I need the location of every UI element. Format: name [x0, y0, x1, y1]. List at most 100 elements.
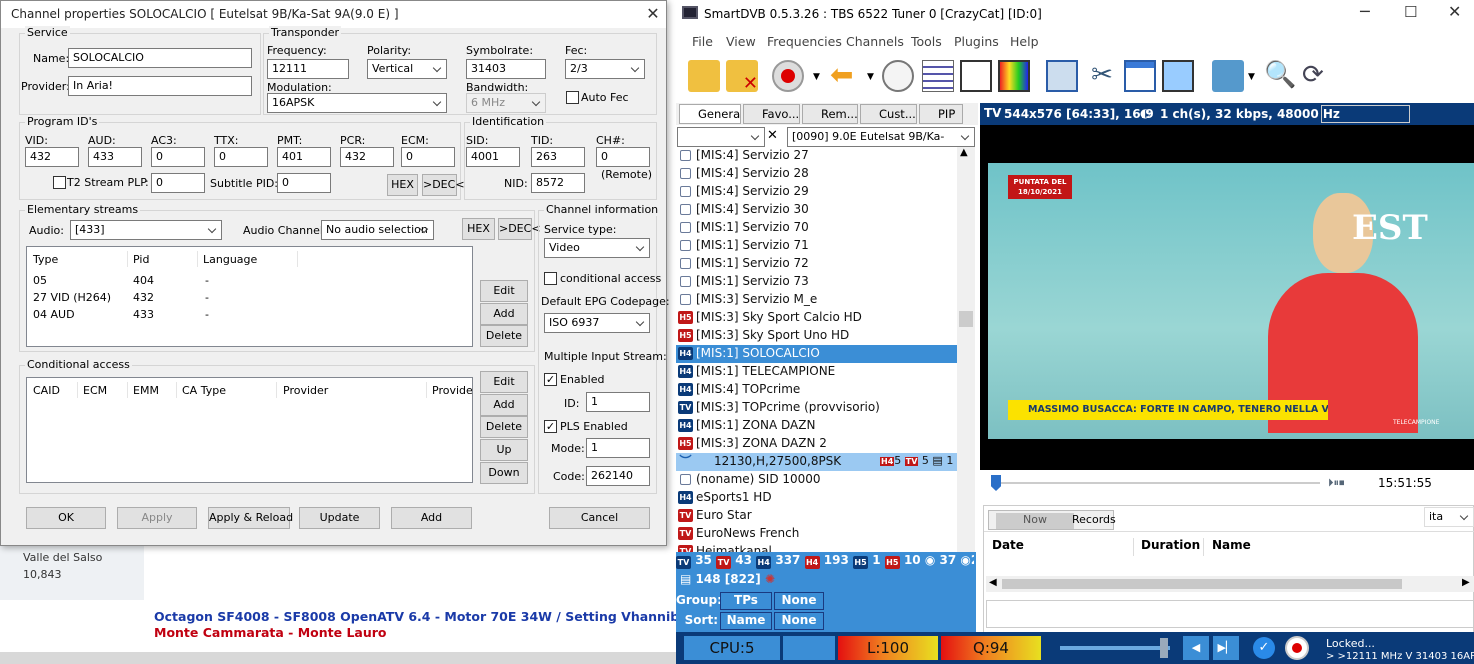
channel-row[interactable]: H5 [MIS:3] Sky Sport Uno HD — [676, 327, 958, 345]
menu-view[interactable]: View — [726, 34, 756, 49]
polarity-select[interactable]: Vertical — [367, 59, 447, 79]
dec-button[interactable]: >DEC< — [422, 174, 465, 196]
autofec-checkbox[interactable] — [566, 91, 579, 104]
menu-channels[interactable]: Channels — [846, 34, 904, 49]
sort-none-button[interactable]: None — [774, 612, 824, 630]
channel-row[interactable]: [MIS:4] Servizio 27 — [676, 147, 958, 165]
col-name[interactable]: Name — [1212, 538, 1251, 552]
channel-row[interactable]: [MIS:4] Servizio 30 — [676, 201, 958, 219]
epg-language-select[interactable]: ita — [1424, 507, 1474, 527]
add-button[interactable]: Add — [391, 507, 472, 529]
channel-row[interactable]: (noname) SID 10000 — [676, 471, 958, 489]
stream-row-lang[interactable]: - — [205, 291, 209, 304]
stream-row-type[interactable]: 27 VID (H264) — [33, 291, 111, 304]
close-icon[interactable]: ✕ — [1448, 2, 1461, 21]
col-pid[interactable]: Pid — [133, 253, 149, 266]
pls-mode-input[interactable]: 1 — [586, 438, 650, 458]
channel-row[interactable]: H4 [MIS:1] SOLOCALCIO — [676, 345, 958, 363]
col-type[interactable]: Type — [33, 253, 58, 266]
nid-input[interactable]: 8572 — [531, 173, 585, 193]
scan-icon[interactable] — [960, 60, 992, 92]
bg-thread-sublink[interactable]: Monte Cammarata - Monte Lauro — [154, 625, 387, 640]
channel-row[interactable]: H4 [MIS:1] ZONA DAZN — [676, 417, 958, 435]
record-icon[interactable] — [772, 60, 804, 92]
tab-general[interactable]: General — [679, 104, 741, 124]
col-provider[interactable]: Provider — [283, 384, 328, 397]
ca-add-button[interactable]: Add — [480, 394, 528, 416]
seek-track[interactable] — [996, 482, 1320, 484]
minimize-icon[interactable]: ─ — [1360, 2, 1370, 21]
service-type-select[interactable]: Video — [544, 238, 650, 258]
col-emm[interactable]: EMM — [133, 384, 159, 397]
ca-delete-button[interactable]: Delete — [480, 416, 528, 438]
conditional-access-checkbox[interactable] — [544, 272, 557, 285]
epg-hscroll[interactable]: ◀ ▶ — [986, 576, 1474, 592]
list-icon[interactable] — [922, 60, 954, 92]
timer-icon[interactable] — [882, 60, 914, 92]
t2-plp-input[interactable]: 0 — [151, 173, 205, 193]
tv-screen-icon[interactable] — [998, 60, 1030, 92]
streams-dec-button[interactable]: >DEC< — [498, 218, 541, 240]
pls-code-input[interactable]: 262140 — [586, 466, 650, 486]
fullscreen-icon[interactable] — [1046, 60, 1078, 92]
window-icon[interactable] — [1124, 60, 1156, 92]
scroll-right-icon[interactable]: ▶ — [1462, 577, 1470, 588]
channel-row[interactable]: H4 [MIS:1] TELECAMPIONE — [676, 363, 958, 381]
tools-icon[interactable]: ✂ — [1086, 60, 1118, 92]
hscroll-thumb[interactable] — [1002, 579, 1402, 589]
ca-up-button[interactable]: Up — [480, 439, 528, 461]
channel-row[interactable]: H5 [MIS:3] ZONA DAZN 2 — [676, 435, 958, 453]
streams-hex-button[interactable]: HEX — [462, 218, 495, 240]
ca-down-button[interactable]: Down — [480, 462, 528, 484]
menu-frequencies[interactable]: Frequencies — [767, 34, 842, 49]
ac3-input[interactable]: 0 — [151, 147, 205, 167]
col-provider-2[interactable]: Provider — [432, 384, 472, 397]
chevron-down-icon[interactable]: ▼ — [1248, 72, 1255, 82]
symbolrate-input[interactable]: 31403 — [466, 59, 546, 79]
cancel-button[interactable]: Cancel — [549, 507, 650, 529]
check-icon[interactable]: ✓ — [1253, 637, 1275, 659]
scroll-up-icon[interactable]: ▲ — [960, 147, 968, 158]
hex-button[interactable]: HEX — [387, 174, 418, 196]
channel-row[interactable]: H4 [MIS:4] TOPcrime — [676, 381, 958, 399]
stream-row-lang[interactable]: - — [205, 274, 209, 287]
volume-thumb[interactable] — [1160, 638, 1168, 658]
epg-codepage-select[interactable]: ISO 6937 — [544, 313, 650, 333]
filter-select[interactable] — [677, 127, 765, 147]
apply-reload-button[interactable]: Apply & Reload — [208, 507, 293, 529]
streams-delete-button[interactable]: Delete — [480, 325, 528, 347]
menu-tools[interactable]: Tools — [911, 34, 942, 49]
audio-channel-select[interactable]: No audio selection — [321, 220, 434, 240]
stream-row-pid[interactable]: 404 — [133, 274, 154, 287]
bandwidth-select[interactable]: 6 MHz — [466, 93, 546, 113]
channel-row[interactable]: [MIS:4] Servizio 28 — [676, 165, 958, 183]
col-ecm[interactable]: ECM — [83, 384, 107, 397]
video-panel[interactable]: EST PUNTATA DEL 18/10/2021 MASSIMO BUSACC… — [980, 125, 1474, 470]
close-icon[interactable]: ✕ — [641, 4, 665, 24]
pls-enabled-checkbox[interactable]: ✓ — [544, 420, 557, 433]
ecm-input[interactable]: 0 — [401, 147, 455, 167]
channel-row[interactable]: H4 eSports1 HD — [676, 489, 958, 507]
ok-button[interactable]: OK — [26, 507, 106, 529]
streams-edit-button[interactable]: Edit — [480, 280, 528, 302]
volume-box[interactable] — [1321, 105, 1410, 123]
pcr-input[interactable]: 432 — [340, 147, 394, 167]
ca-edit-button[interactable]: Edit — [480, 371, 528, 393]
chevron-down-icon[interactable]: ▼ — [813, 72, 820, 82]
stream-row-lang[interactable]: - — [205, 308, 209, 321]
channel-row[interactable]: [MIS:1] Servizio 70 — [676, 219, 958, 237]
channel-row[interactable]: H5 [MIS:3] Sky Sport Calcio HD — [676, 309, 958, 327]
tab-records[interactable]: Records — [1072, 513, 1116, 526]
fec-select[interactable]: 2/3 — [565, 59, 645, 79]
mis-enabled-checkbox[interactable]: ✓ — [544, 373, 557, 386]
tab-custom[interactable]: Cust... — [860, 104, 917, 124]
menu-plugins[interactable]: Plugins — [954, 34, 999, 49]
modulation-select[interactable]: 16APSK — [267, 93, 447, 113]
scroll-left-icon[interactable]: ◀ — [989, 577, 997, 588]
stream-row-type[interactable]: 05 — [33, 274, 47, 287]
ttx-input[interactable]: 0 — [214, 147, 268, 167]
provider-input[interactable]: In Aria! — [68, 76, 252, 96]
sid-input[interactable]: 4001 — [466, 147, 520, 167]
monitor-icon[interactable] — [1162, 60, 1194, 92]
prev-icon[interactable]: ◀ — [1183, 636, 1209, 660]
